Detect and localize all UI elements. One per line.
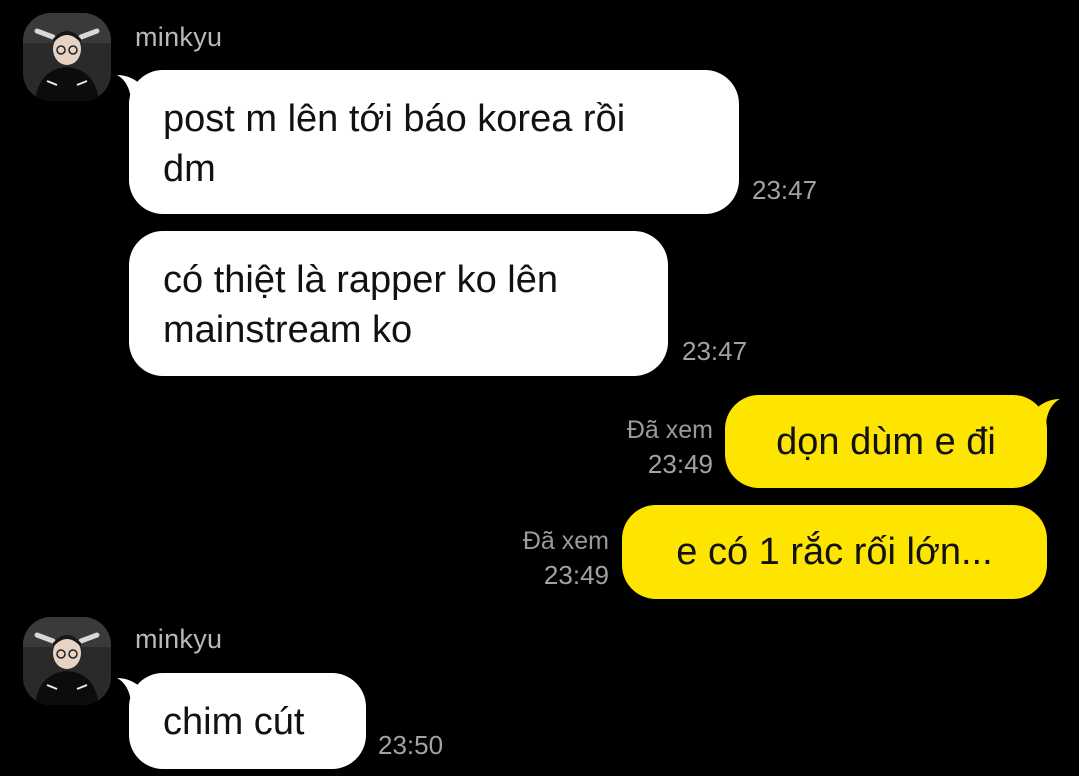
message-text-line: có thiệt là rapper ko lên bbox=[163, 259, 559, 301]
message-timestamp: 23:47 bbox=[752, 175, 818, 205]
message-text-line: chim cút bbox=[163, 701, 305, 743]
message-meta: Đã xem 23:49 bbox=[523, 524, 609, 592]
sender-name: minkyu bbox=[135, 624, 223, 654]
message-bubble-outgoing[interactable]: e có 1 rắc rối lớn... bbox=[622, 505, 1047, 599]
sender-avatar[interactable] bbox=[23, 617, 111, 705]
message-text-line: mainstream ko bbox=[163, 309, 413, 351]
user-photo-icon bbox=[23, 13, 111, 101]
read-receipt: Đã xem bbox=[522, 527, 609, 555]
sender-name: minkyu bbox=[135, 22, 223, 52]
bubble-tail bbox=[1030, 399, 1060, 427]
message-bubble-outgoing[interactable]: dọn dùm e đi bbox=[725, 395, 1047, 488]
message-bubble-incoming[interactable]: có thiệt là rapper ko lên mainstream ko bbox=[129, 231, 668, 376]
message-timestamp: 23:47 bbox=[682, 336, 748, 366]
sender-avatar[interactable] bbox=[23, 13, 111, 101]
message-text-line: post m lên tới báo korea rồi bbox=[163, 98, 626, 140]
read-receipt: Đã xem bbox=[626, 416, 713, 444]
message-timestamp: 23:49 bbox=[647, 449, 713, 479]
message-bubble-incoming[interactable]: post m lên tới báo korea rồi dm bbox=[129, 70, 739, 214]
message-timestamp: 23:50 bbox=[378, 730, 444, 760]
user-photo-icon bbox=[23, 617, 111, 705]
message-meta: Đã xem 23:49 bbox=[627, 413, 713, 481]
message-text: dọn dùm e đi bbox=[776, 421, 996, 463]
message-text: e có 1 rắc rối lớn... bbox=[676, 531, 993, 573]
message-text-line: dm bbox=[163, 148, 216, 190]
message-timestamp: 23:49 bbox=[543, 560, 609, 590]
message-bubble-incoming[interactable]: chim cút bbox=[129, 673, 366, 769]
